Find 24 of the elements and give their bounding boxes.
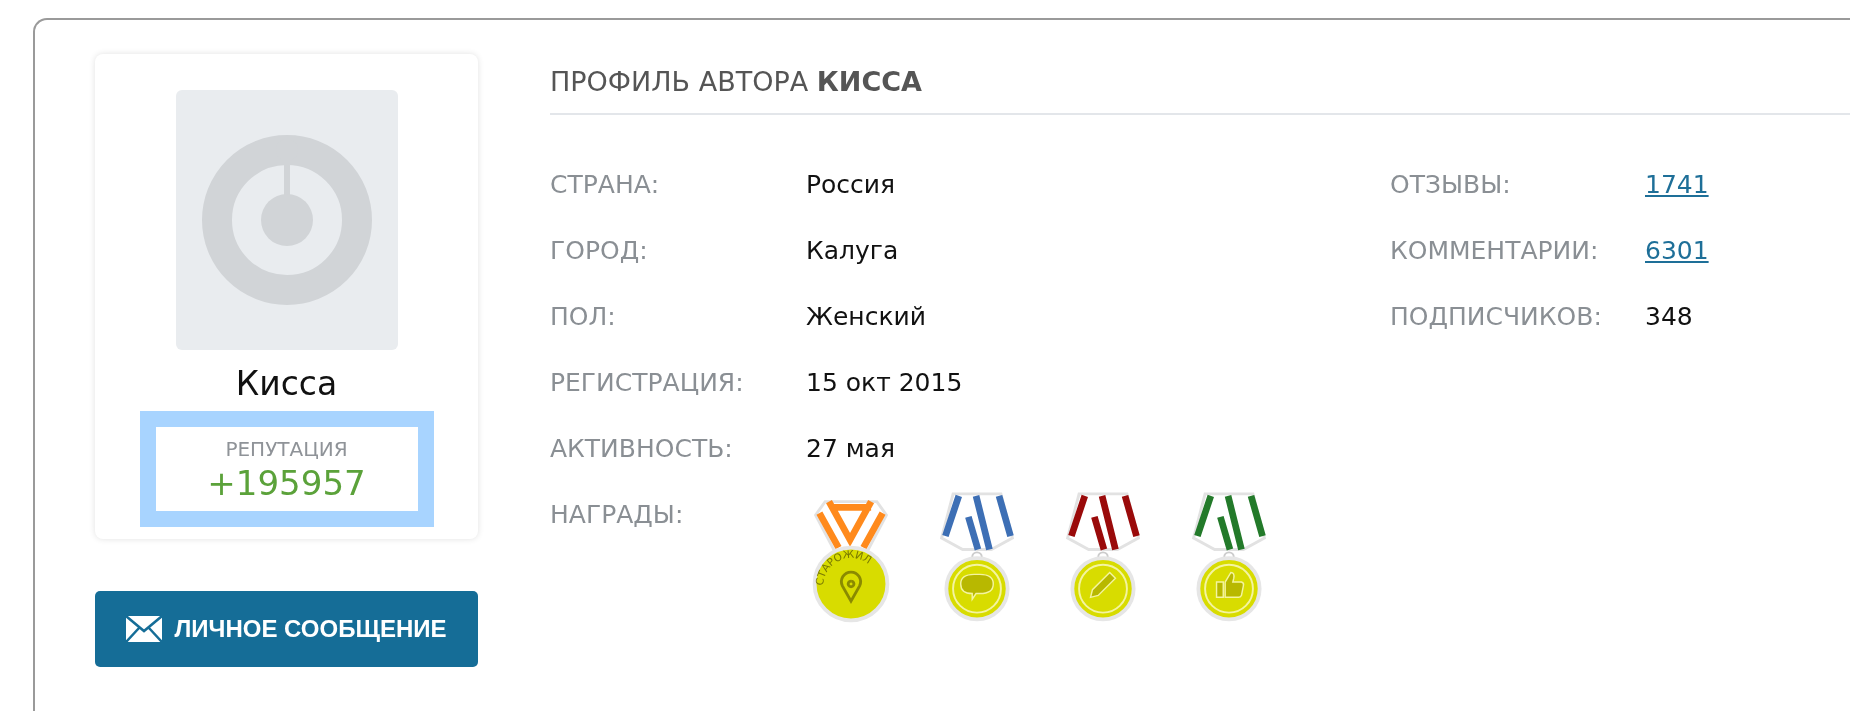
author-name: Кисса (235, 364, 338, 403)
field-label: АКТИВНОСТЬ: (550, 433, 734, 465)
stat-label: ПОДПИСЧИКОВ: (1390, 301, 1603, 333)
field-label: ПОЛ: (550, 301, 617, 333)
reputation-label: РЕПУТАЦИЯ (225, 437, 348, 461)
field-value: 27 мая (806, 433, 895, 465)
stat-link[interactable]: 1741 (1645, 169, 1709, 201)
envelope-icon (126, 616, 163, 642)
field-label: РЕГИСТРАЦИЯ: (550, 367, 745, 399)
stat-link[interactable]: 6301 (1645, 235, 1709, 267)
awards-label: НАГРАДЫ: (550, 499, 685, 531)
field-label: СТРАНА: (550, 169, 661, 201)
stat-value: 348 (1645, 301, 1693, 333)
field-value: Россия (806, 169, 896, 201)
stat-label: ОТЗЫВЫ: (1390, 169, 1512, 201)
profile-heading: ПРОФИЛЬ АВТОРА КИССА (550, 54, 1850, 115)
field-label: ГОРОД: (550, 235, 649, 267)
stat-label: КОММЕНТАРИИ: (1390, 235, 1600, 267)
avatar-placeholder-icon (175, 90, 398, 350)
field-value: 15 окт 2015 (806, 367, 963, 399)
field-value: Калуга (806, 235, 899, 267)
message-button[interactable]: ЛИЧНОЕ СООБЩЕНИЕ (95, 591, 478, 667)
reputation-value: +195957 (207, 463, 366, 503)
field-value: Женский (806, 301, 926, 333)
